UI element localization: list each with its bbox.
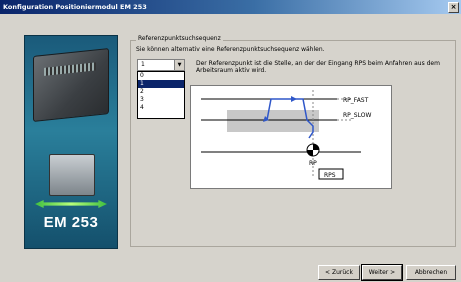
cancel-button[interactable]: Abbrechen [406,265,456,280]
trajectory-arrow-icon [291,96,297,102]
sequence-option[interactable]: 2 [138,88,184,96]
sequence-option-selected[interactable]: 1 [138,80,184,88]
plc-board-graphic [33,48,109,122]
close-icon[interactable]: × [448,2,459,13]
sequence-option[interactable]: 4 [138,104,184,112]
next-button[interactable]: Weiter > [361,264,403,281]
rps-label: RPS [324,172,336,179]
reference-point-marker-quadrant [313,144,319,150]
info-text: Der Referenzpunkt ist die Stelle, an der… [196,60,440,74]
sequence-dropdown[interactable]: 1 ▼ [137,59,185,71]
module-label: EM 253 [43,214,99,231]
back-button[interactable]: < Zurück [318,265,360,280]
window-title: Konfiguration Positioniermodul EM 253 [3,3,147,11]
group-description: Sie können alternativ eine Referenzpunkt… [136,46,325,53]
reference-point-marker-quadrant [307,150,313,156]
sequence-dropdown-value: 1 [141,61,145,68]
module-graphic [49,154,95,196]
double-arrow-icon [35,200,107,208]
rp-fast-label: RP_FAST [343,97,369,104]
reference-sequence-diagram: RP_FAST RP_SLOW RP RPS [190,85,392,189]
sequence-options-list[interactable]: 0 1 2 3 4 [137,71,185,119]
title-bar: Konfiguration Positioniermodul EM 253 × [0,0,461,14]
sequence-option[interactable]: 3 [138,96,184,104]
module-illustration: EM 253 [24,35,118,249]
chevron-down-icon[interactable]: ▼ [174,60,184,70]
rp-slow-label: RP_SLOW [343,112,371,119]
group-title: Referenzpunktsuchsequenz [136,35,223,42]
rp-label: RP [309,160,317,167]
config-dialog: Konfiguration Positioniermodul EM 253 × … [0,0,461,282]
sequence-option[interactable]: 0 [138,72,184,80]
